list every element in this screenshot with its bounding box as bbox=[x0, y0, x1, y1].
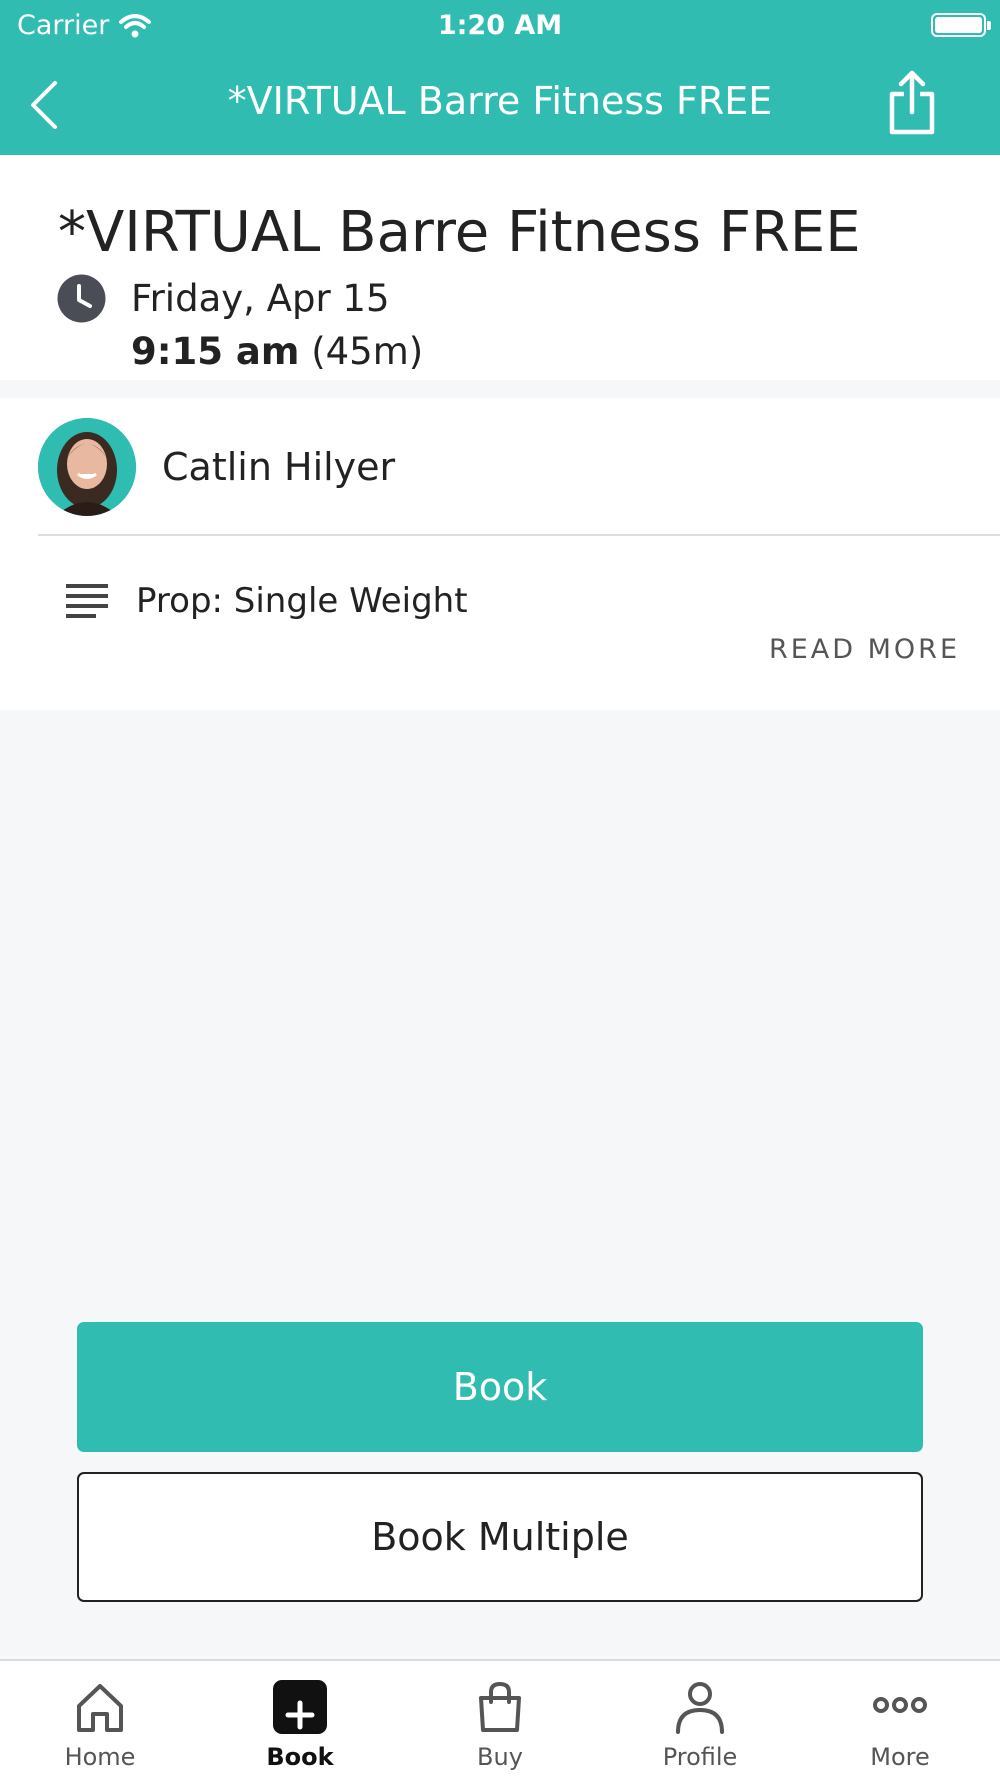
navigation-bar: *VIRTUAL Barre Fitness FREE bbox=[0, 55, 1000, 155]
tab-more[interactable]: More bbox=[800, 1661, 1000, 1778]
plus-square-icon bbox=[273, 1680, 327, 1734]
clock-icon bbox=[57, 274, 106, 323]
user-icon bbox=[676, 1682, 724, 1734]
nav-title: *VIRTUAL Barre Fitness FREE bbox=[227, 79, 773, 123]
status-time: 1:20 AM bbox=[437, 10, 563, 41]
status-bar: Carrier 1:20 AM bbox=[0, 0, 1000, 50]
class-date: Friday, Apr 15 bbox=[131, 277, 390, 320]
tab-label: Home bbox=[64, 1743, 136, 1771]
tab-bar: Home Book Buy Profile More bbox=[0, 1659, 1000, 1778]
home-icon bbox=[77, 1684, 123, 1732]
battery-icon bbox=[931, 13, 991, 37]
tab-label: Profile bbox=[662, 1743, 738, 1771]
tab-label: Book bbox=[266, 1743, 334, 1771]
class-header: *VIRTUAL Barre Fitness FREE Friday, Apr … bbox=[0, 155, 1000, 380]
more-dots-icon bbox=[873, 1697, 927, 1713]
tab-book[interactable]: Book bbox=[200, 1661, 400, 1778]
instructor-avatar[interactable] bbox=[38, 418, 136, 516]
description-lines-icon bbox=[66, 584, 108, 618]
share-icon[interactable] bbox=[884, 70, 940, 136]
tab-buy[interactable]: Buy bbox=[400, 1661, 600, 1778]
class-details: Catlin Hilyer Prop: Single Weight READ M… bbox=[0, 398, 1000, 710]
tab-label: More bbox=[870, 1743, 930, 1771]
read-more-link[interactable]: READ MORE bbox=[769, 634, 960, 665]
tab-home[interactable]: Home bbox=[0, 1661, 200, 1778]
book-button[interactable]: Book bbox=[77, 1322, 923, 1452]
class-title: *VIRTUAL Barre Fitness FREE bbox=[58, 200, 861, 265]
class-description: Prop: Single Weight bbox=[136, 581, 468, 621]
top-bar: Carrier 1:20 AM *VIRTUAL Barre Fitness F… bbox=[0, 0, 1000, 155]
class-start-time: 9:15 am bbox=[131, 330, 300, 373]
instructor-photo bbox=[38, 418, 136, 516]
book-multiple-button[interactable]: Book Multiple bbox=[77, 1472, 923, 1602]
tab-label: Buy bbox=[477, 1743, 523, 1771]
instructor-name[interactable]: Catlin Hilyer bbox=[162, 445, 395, 489]
divider bbox=[38, 534, 1000, 536]
bag-icon bbox=[479, 1681, 521, 1732]
tab-profile[interactable]: Profile bbox=[600, 1661, 800, 1778]
class-duration: (45m) bbox=[311, 330, 424, 373]
class-time-row: 9:15 am (45m) bbox=[131, 330, 423, 373]
